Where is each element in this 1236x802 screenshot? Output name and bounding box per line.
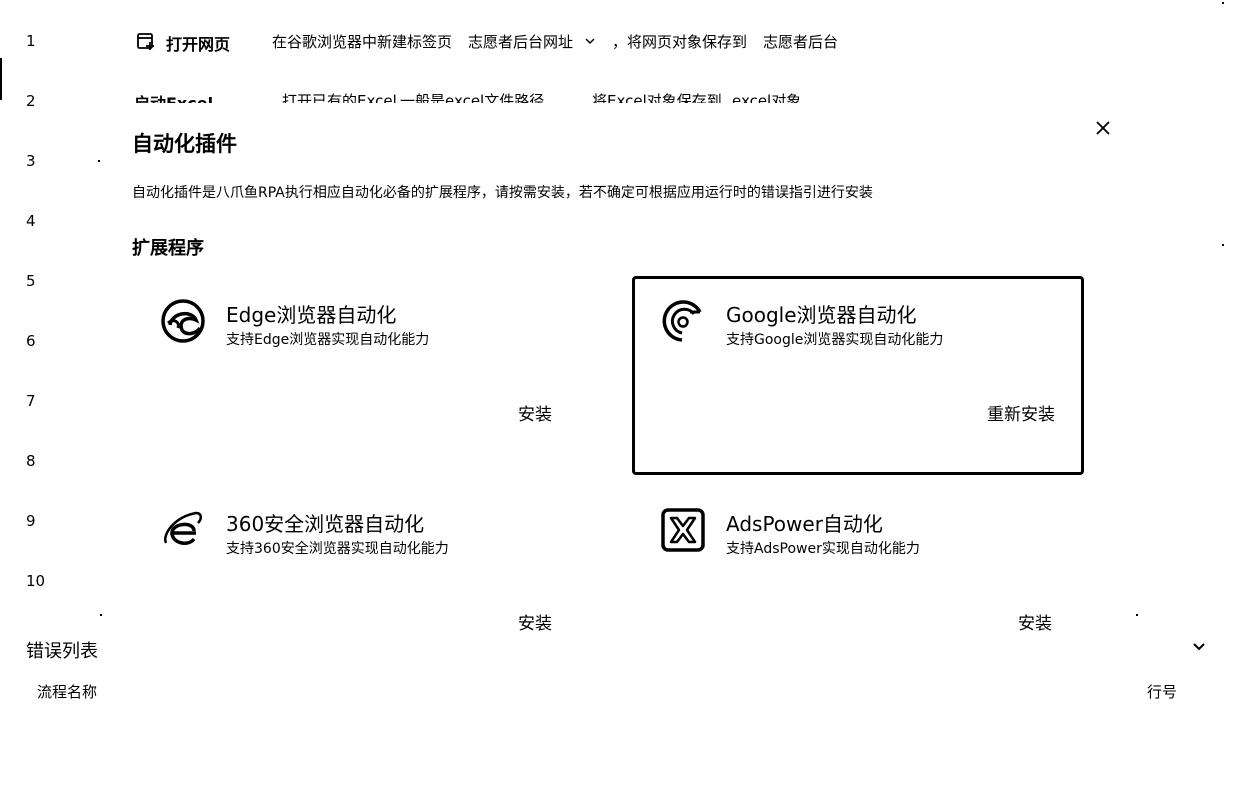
install-button[interactable]: 安装	[518, 609, 552, 634]
dialog-title: 自动化插件	[132, 132, 237, 156]
artifact-dot	[1222, 244, 1224, 246]
line-number: 7	[26, 392, 36, 410]
adspower-icon	[661, 508, 705, 552]
error-list-title[interactable]: 错误列表	[26, 637, 98, 663]
column-header-line-number: 行号	[1147, 683, 1178, 701]
step-command: 打开网页	[166, 35, 231, 54]
step-text: 打开已有的Excel	[282, 92, 397, 103]
extension-description: 支持AdsPower实现自动化能力	[726, 541, 920, 557]
artifact-dot	[1222, 2, 1224, 4]
section-title: 扩展程序	[132, 238, 204, 259]
step-target[interactable]: excel对象	[732, 90, 801, 103]
extension-name: Google浏览器自动化	[726, 303, 917, 327]
extension-name: Edge浏览器自动化	[226, 303, 397, 327]
line-number: 5	[26, 272, 36, 290]
line-number: 8	[26, 452, 36, 470]
artifact-dot	[98, 160, 100, 162]
step-text: 将Excel对象保存到	[592, 92, 722, 103]
step-param[interactable]: 志愿者后台网址	[468, 31, 573, 52]
artifact-dot	[1136, 614, 1138, 616]
chrome-icon	[662, 300, 702, 342]
extension-description: 支持360安全浏览器实现自动化能力	[226, 541, 449, 557]
column-header-flow-name: 流程名称	[37, 683, 98, 701]
automation-plugin-dialog: 自动化插件 自动化插件是八爪鱼RPA执行相应自动化必备的扩展程序，请按需安装，若…	[102, 103, 1136, 680]
chevron-down-icon[interactable]	[1190, 638, 1208, 656]
step-text: 在谷歌浏览器中新建标签页	[272, 33, 453, 51]
install-button[interactable]: 安装	[1018, 609, 1052, 634]
step-text: ，将网页对象保存到	[612, 33, 748, 51]
line-number: 3	[26, 152, 36, 170]
close-icon[interactable]	[1092, 117, 1114, 139]
extension-description: 支持Google浏览器实现自动化能力	[726, 332, 944, 348]
extension-card-360[interactable]: 360安全浏览器自动化 支持360安全浏览器实现自动化能力 安装	[132, 485, 578, 680]
step-command: 启动Excel	[134, 90, 213, 103]
reinstall-button[interactable]: 重新安装	[987, 400, 1055, 425]
extension-card-adspower[interactable]: AdsPower自动化 支持AdsPower实现自动化能力 安装	[632, 485, 1078, 680]
flow-step-row[interactable]: 启动Excel 打开已有的Excel 一般是excel文件路径 将Excel对象…	[0, 90, 1236, 103]
line-number: 6	[26, 332, 36, 350]
dialog-description: 自动化插件是八爪鱼RPA执行相应自动化必备的扩展程序，请按需安装，若不确定可根据…	[132, 185, 873, 201]
edge-icon	[161, 299, 205, 343]
extension-description: 支持Edge浏览器实现自动化能力	[226, 332, 430, 348]
line-number: 9	[26, 512, 36, 530]
install-button[interactable]: 安装	[518, 400, 552, 425]
flow-step-row[interactable]: 打开网页 在谷歌浏览器中新建标签页 志愿者后台网址 ，将网页对象保存到 志愿者后…	[0, 31, 1236, 54]
step-param[interactable]: 一般是excel文件路径	[400, 90, 544, 103]
extension-name: AdsPower自动化	[726, 512, 883, 536]
ie-360-icon	[164, 511, 202, 545]
chevron-down-icon[interactable]	[584, 36, 596, 46]
step-target[interactable]: 志愿者后台	[763, 31, 838, 52]
extension-name: 360安全浏览器自动化	[226, 512, 425, 536]
extension-card-edge[interactable]: Edge浏览器自动化 支持Edge浏览器实现自动化能力 安装	[132, 276, 578, 471]
extension-card-google[interactable]: Google浏览器自动化 支持Google浏览器实现自动化能力 重新安装	[632, 276, 1084, 475]
line-number: 10	[26, 572, 46, 590]
line-number: 4	[26, 212, 36, 230]
